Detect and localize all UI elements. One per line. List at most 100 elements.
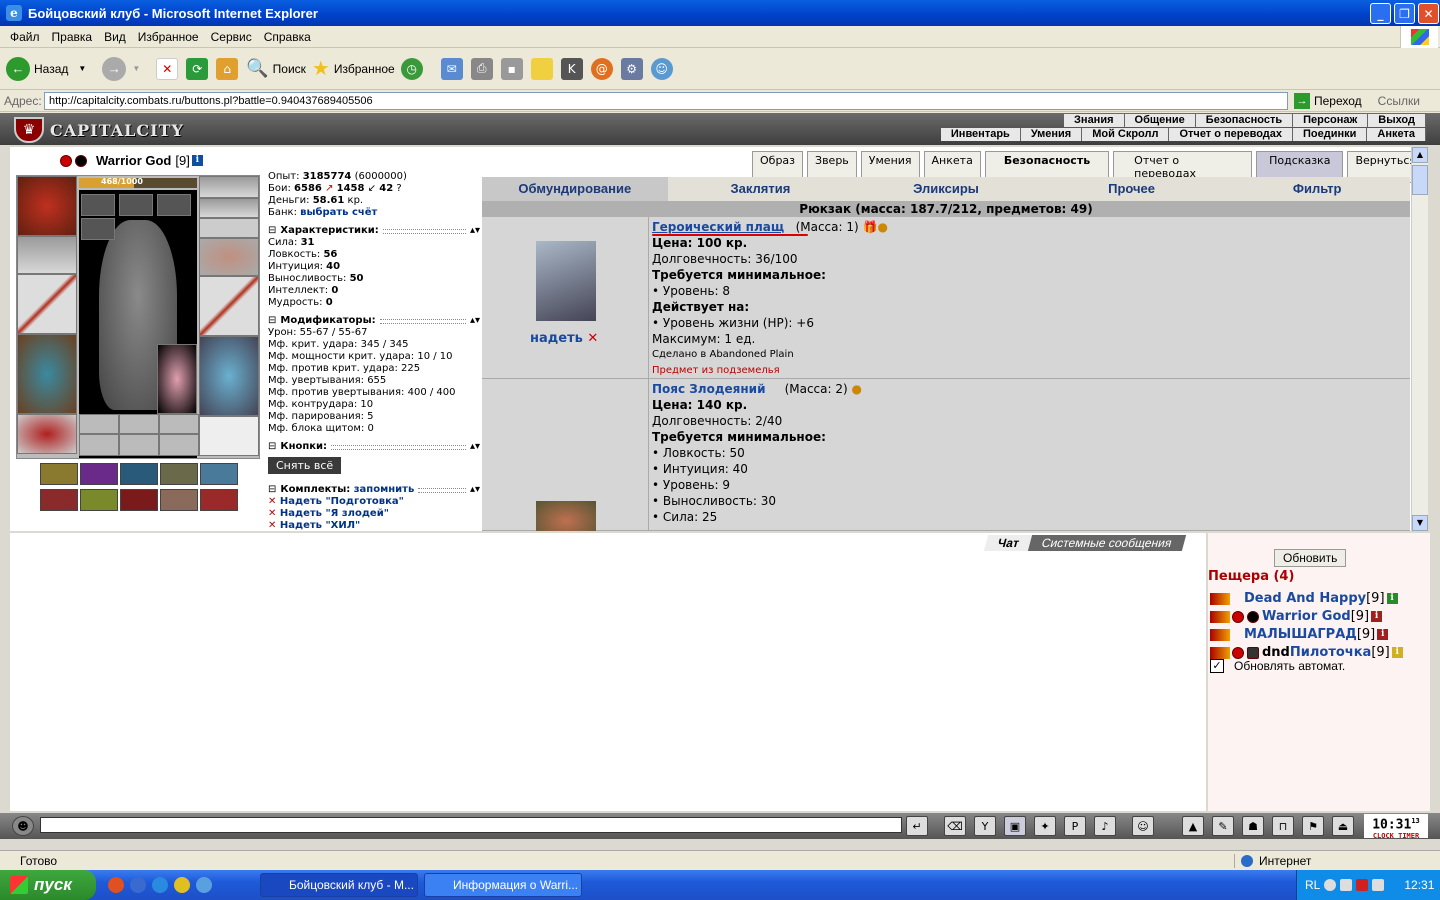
rune-slot[interactable] <box>199 198 259 218</box>
scroll-thumb[interactable] <box>1412 165 1428 195</box>
nav-inventory[interactable]: Инвентарь <box>940 128 1021 141</box>
skill-icon[interactable] <box>200 463 238 485</box>
nav-profile[interactable]: Анкета <box>1367 128 1426 141</box>
minimize-button[interactable]: _ <box>1370 3 1391 24</box>
sound-icon[interactable]: ♪ <box>1094 816 1116 836</box>
tab-filter[interactable]: Фильтр <box>1224 177 1410 201</box>
refresh-icon[interactable]: ⟳ <box>186 57 209 80</box>
back-button[interactable]: ← Назад ▼ <box>6 56 86 81</box>
empty-slot[interactable] <box>119 414 159 434</box>
boots-slot[interactable] <box>199 416 259 456</box>
home-icon[interactable]: ⌂ <box>216 57 239 80</box>
buttons-header[interactable]: Кнопки:▴▾ <box>268 441 480 453</box>
skill-icon[interactable] <box>120 463 158 485</box>
lock-icon[interactable]: ⊓ <box>1272 816 1294 836</box>
skill-icon[interactable] <box>120 489 158 511</box>
maximize-button[interactable]: ❐ <box>1394 3 1415 24</box>
exit-icon[interactable]: ⏏ <box>1332 816 1354 836</box>
user-row[interactable]: Dead And Happy [9] i <box>1210 591 1398 606</box>
k-icon[interactable]: K <box>560 57 583 80</box>
translit-icon[interactable]: P <box>1064 816 1086 836</box>
tab-equipment[interactable]: Обмундирование <box>482 177 668 201</box>
mask-icon[interactable]: ☗ <box>1242 816 1264 836</box>
user-row[interactable]: dnd Пилоточка [9] i <box>1210 645 1403 660</box>
auto-refresh-checkbox[interactable]: ✓ Обновлять автомат. <box>1210 659 1345 673</box>
nav-exit[interactable]: Выход <box>1368 114 1426 127</box>
save-icon[interactable]: ▣ <box>1004 816 1026 836</box>
task-warrior-info[interactable]: Информация о Warri... <box>424 873 582 897</box>
kits-header[interactable]: Комплекты: запомнить▴▾ <box>268 484 480 496</box>
smile-icon[interactable]: ☺ <box>1132 816 1154 836</box>
favorites-button[interactable]: ★ Избранное <box>312 56 395 81</box>
ring-slot[interactable] <box>119 194 153 216</box>
nav-transfer-report[interactable]: Отчет о переводах <box>1169 128 1294 141</box>
empty-slot[interactable] <box>119 434 159 456</box>
close-button[interactable]: ✕ <box>1418 3 1439 24</box>
item-name-link[interactable]: Героический плащ <box>652 220 784 234</box>
tab-chat[interactable]: Чат <box>983 535 1033 551</box>
leggings-slot[interactable] <box>199 336 259 416</box>
nav-chat[interactable]: Общение <box>1124 114 1196 127</box>
lang-indicator[interactable]: RL <box>1305 878 1320 892</box>
earring-slot[interactable] <box>81 218 115 240</box>
info-icon[interactable]: i <box>1386 593 1398 604</box>
bracers-slot[interactable] <box>17 236 77 274</box>
chat-input[interactable] <box>40 817 902 833</box>
m-icon[interactable] <box>130 877 146 893</box>
at-icon[interactable]: @ <box>590 57 613 80</box>
ring-slot[interactable] <box>157 194 191 216</box>
stop-icon[interactable]: ✕ <box>156 57 179 80</box>
speak-icon[interactable]: ☻ <box>12 816 34 836</box>
belt-slot[interactable] <box>17 414 77 454</box>
kit-link[interactable]: Надеть "Я злодей" <box>268 508 480 520</box>
search-button[interactable]: 🔍 Поиск <box>246 58 306 79</box>
fight-icon[interactable]: ✦ <box>1034 816 1056 836</box>
empty-slot[interactable] <box>159 414 199 434</box>
empty-slot[interactable] <box>79 434 119 456</box>
vertical-scrollbar[interactable]: ▲ ▼ <box>1411 147 1428 531</box>
edit-icon[interactable]: ▪ <box>500 57 523 80</box>
filter-icon[interactable]: Y <box>974 816 996 836</box>
address-input[interactable]: http://capitalcity.combats.ru/buttons.pl… <box>44 91 1288 110</box>
item-name-link[interactable]: Пояс Злодеяний <box>652 382 765 396</box>
remove-all-button[interactable]: Снять всё <box>268 457 342 474</box>
armor-slot[interactable] <box>17 334 77 414</box>
bag-icon[interactable]: ▲ <box>1182 816 1204 836</box>
nav-battles[interactable]: Поединки <box>1293 128 1368 141</box>
kit-link[interactable]: Надеть "Подготовка" <box>268 496 480 508</box>
chars-header[interactable]: Характеристики:▴▾ <box>268 225 480 237</box>
messenger-icon[interactable]: ☺ <box>650 57 673 80</box>
skill-icon[interactable] <box>200 489 238 511</box>
empty-slot[interactable] <box>79 414 119 434</box>
skill-icon[interactable] <box>160 463 198 485</box>
pet-slot[interactable] <box>157 344 197 414</box>
links-label[interactable]: Ссылки <box>1378 94 1420 108</box>
menu-file[interactable]: Файл <box>10 30 40 44</box>
note-icon[interactable] <box>530 57 553 80</box>
tab-elixirs[interactable]: Эликсиры <box>853 177 1039 201</box>
helmet-slot[interactable] <box>17 176 77 236</box>
skill-icon[interactable] <box>80 463 118 485</box>
tray-icon[interactable] <box>1372 879 1385 891</box>
info-icon[interactable]: i <box>1377 629 1389 640</box>
ie-icon[interactable] <box>152 877 168 893</box>
amulet-slot[interactable] <box>81 194 115 216</box>
weapon-slot[interactable] <box>17 274 77 334</box>
wear-button[interactable]: надеть <box>530 331 598 347</box>
chat-area[interactable]: Чат Системные сообщения <box>10 533 1206 811</box>
menu-edit[interactable]: Правка <box>52 30 93 44</box>
potion-slot[interactable] <box>199 218 259 238</box>
tray-arrow-icon[interactable] <box>1324 879 1337 891</box>
nav-security[interactable]: Безопасность <box>1195 114 1294 127</box>
refresh-button[interactable]: Обновить <box>1274 549 1347 567</box>
mods-header[interactable]: Модификаторы:▴▾ <box>268 315 480 327</box>
tab-system-messages[interactable]: Системные сообщения <box>1028 535 1187 551</box>
checkbox[interactable]: ✓ <box>1210 659 1224 673</box>
offhand-slot[interactable] <box>199 276 259 336</box>
start-button[interactable]: пуск <box>0 870 96 900</box>
nav-scroll[interactable]: Мой Скролл <box>1082 128 1170 141</box>
menu-view[interactable]: Вид <box>104 30 126 44</box>
menu-favorites[interactable]: Избранное <box>138 30 199 44</box>
clear-icon[interactable]: ⌫ <box>944 816 966 836</box>
remember-kit-link[interactable]: запомнить <box>354 484 415 496</box>
